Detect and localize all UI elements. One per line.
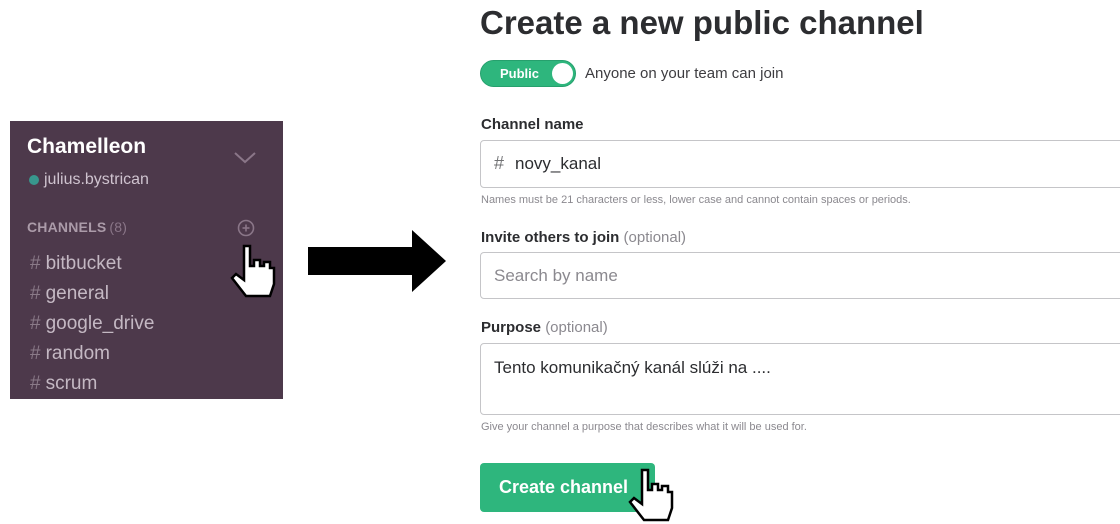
purpose-optional: (optional) — [545, 319, 608, 336]
toggle-label: Public — [500, 66, 540, 81]
public-toggle[interactable]: Public — [480, 60, 576, 87]
toggle-knob — [552, 63, 573, 84]
channel-name: general — [45, 283, 109, 304]
presence-dot — [29, 175, 39, 185]
invite-label-text: Invite others to join — [481, 229, 620, 246]
purpose-label-text: Purpose — [481, 319, 542, 336]
invite-label: Invite others to join (optional) — [481, 229, 686, 246]
channel-name-value: novy_kanal — [515, 154, 602, 173]
channel-name-input[interactable]: # novy_kanal — [480, 140, 1120, 188]
hash-prefix: # — [494, 153, 505, 173]
channels-count: (8) — [109, 219, 128, 235]
sidebar-item-random[interactable]: # random — [30, 339, 154, 369]
channel-hash: # — [30, 283, 41, 304]
sidebar-item-google-drive[interactable]: # google_drive — [30, 309, 154, 339]
invite-placeholder: Search by name — [494, 266, 618, 285]
sidebar-item-bitbucket[interactable]: # bitbucket — [30, 249, 154, 279]
user-status[interactable]: julius.bystrican — [29, 171, 149, 189]
sidebar-item-general[interactable]: # general — [30, 279, 154, 309]
channel-name-label: Channel name — [481, 116, 584, 133]
channel-list: # bitbucket # general # google_drive # rando… — [30, 249, 154, 399]
purpose-value: Tento komunikačný kanál slúži na .... — [494, 358, 771, 377]
hand-pointer-icon — [230, 244, 276, 298]
channels-header-label: CHANNELS — [27, 219, 107, 235]
purpose-hint: Give your channel a purpose that describ… — [481, 421, 807, 433]
channel-name: google_drive — [45, 313, 155, 334]
add-circle-icon[interactable] — [237, 219, 255, 237]
username: julius.bystrican — [44, 171, 149, 188]
purpose-textarea[interactable]: Tento komunikačný kanál slúži na .... — [480, 343, 1120, 415]
channel-hash: # — [30, 313, 41, 334]
hand-pointer-icon — [628, 468, 674, 522]
sidebar-item-scrum[interactable]: # scrum — [30, 369, 154, 399]
channel-name: bitbucket — [45, 253, 122, 274]
channel-hash: # — [30, 343, 41, 364]
channel-name-hint: Names must be 21 characters or less, low… — [481, 194, 911, 206]
chevron-down-icon[interactable] — [233, 151, 257, 165]
invite-optional: (optional) — [623, 229, 687, 246]
channel-hash: # — [30, 373, 41, 394]
team-name[interactable]: Chamelleon — [27, 135, 146, 159]
channel-hash: # — [30, 253, 41, 274]
channels-header[interactable]: CHANNELS (8) — [27, 219, 127, 235]
right-arrow-icon — [308, 230, 446, 292]
invite-search-input[interactable]: Search by name — [480, 252, 1120, 299]
channel-name: random — [45, 343, 110, 364]
page-title: Create a new public channel — [480, 4, 924, 41]
channel-name: scrum — [45, 373, 98, 394]
sidebar: Chamelleon julius.bystrican CHANNELS (8) … — [10, 121, 283, 399]
toggle-description: Anyone on your team can join — [585, 65, 784, 82]
purpose-label: Purpose (optional) — [481, 319, 608, 336]
